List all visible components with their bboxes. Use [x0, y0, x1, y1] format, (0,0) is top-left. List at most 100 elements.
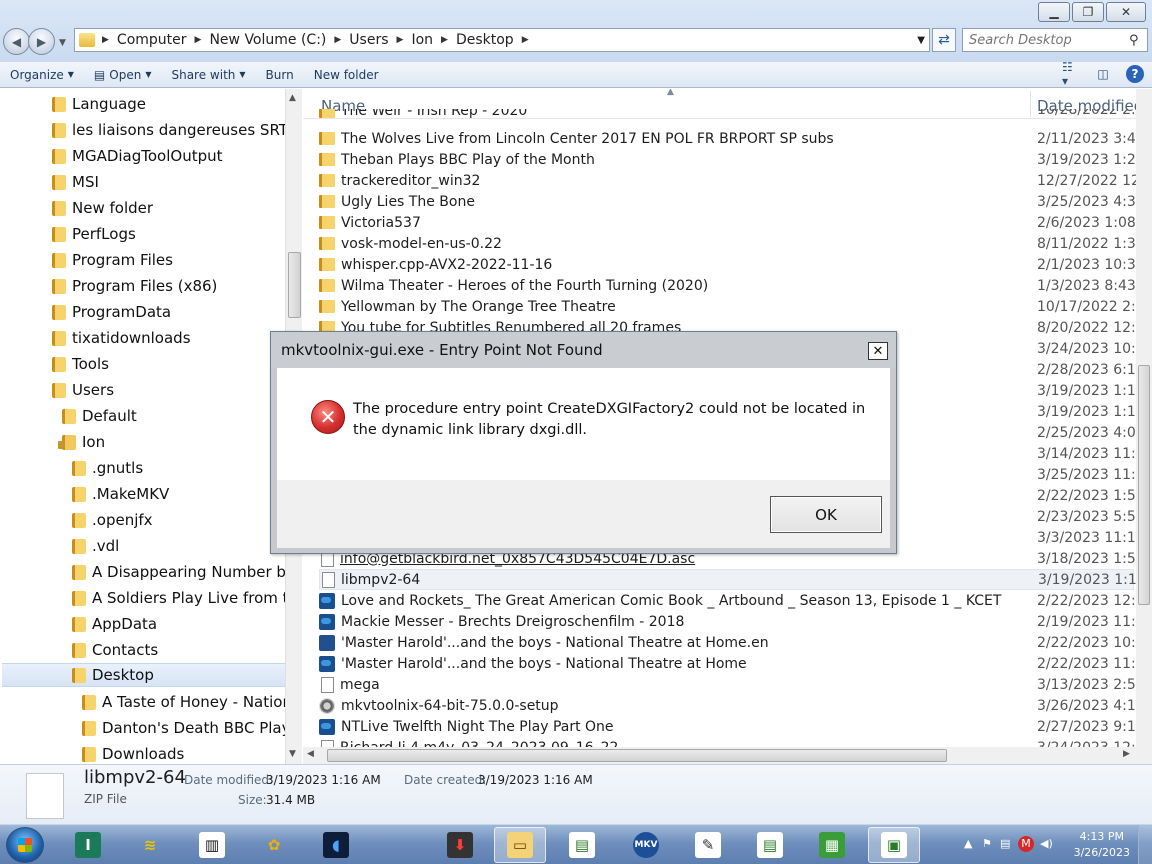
file-row[interactable]: Ugly Lies The Bone 3/25/2023 4:3: [319, 191, 1136, 212]
chevron-right-icon[interactable]: ▶: [331, 35, 344, 45]
scroll-right-arrow-icon[interactable]: ▶: [1123, 749, 1130, 759]
tree-item[interactable]: Users: [52, 378, 114, 402]
ok-button[interactable]: OK: [770, 496, 882, 533]
tray-expand-icon[interactable]: ▲: [964, 837, 972, 850]
start-button[interactable]: [6, 827, 44, 863]
file-row[interactable]: 'Master Harold'...and the boys - Nationa…: [319, 653, 1136, 674]
search-icon[interactable]: ⚲: [1129, 33, 1139, 48]
chevron-right-icon[interactable]: ▶: [192, 35, 205, 45]
forward-button[interactable]: ▶: [28, 28, 55, 55]
organize-menu[interactable]: Organize ▼: [0, 68, 84, 82]
taskbar-app[interactable]: I: [62, 827, 114, 863]
breadcrumb-volume[interactable]: New Volume (C:): [204, 32, 331, 48]
close-window-button[interactable]: ✕: [1106, 2, 1146, 22]
volume-icon[interactable]: ◀): [1040, 837, 1053, 850]
file-row[interactable]: trackereditor_win32 12/27/2022 12: [319, 170, 1137, 191]
open-button[interactable]: ▤ Open ▼: [84, 68, 162, 82]
taskbar-app[interactable]: ▤: [744, 827, 796, 863]
file-row[interactable]: NTLive Twelfth Night The Play Part One 2/…: [319, 716, 1136, 737]
dialog-close-button[interactable]: ✕: [868, 342, 888, 360]
view-options-icon[interactable]: ☷ ▾: [1062, 60, 1080, 88]
taskbar-app[interactable]: ◖: [310, 827, 362, 863]
tree-item[interactable]: Tools: [52, 352, 109, 376]
tree-item-desktop[interactable]: Desktop: [2, 663, 285, 687]
file-row[interactable]: The Wolves Live from Lincoln Center 2017…: [319, 128, 1136, 149]
chevron-right-icon[interactable]: ▶: [519, 35, 532, 45]
tree-item[interactable]: MGADiagToolOutput: [52, 144, 223, 168]
address-dropdown-icon[interactable]: ▼: [917, 35, 925, 46]
file-list-scrollbar[interactable]: [1136, 89, 1152, 764]
tree-item[interactable]: Language: [52, 92, 146, 116]
tree-item[interactable]: .openjfx: [72, 508, 153, 532]
new-folder-button[interactable]: New folder: [304, 68, 389, 82]
scroll-left-arrow-icon[interactable]: ◀: [307, 749, 314, 759]
tree-item[interactable]: A Taste of Honey - National: [82, 690, 301, 714]
burn-button[interactable]: Burn: [256, 68, 304, 82]
file-row[interactable]: Mackie Messer - Brechts Dreigroschenfilm…: [319, 611, 1136, 632]
file-row[interactable]: The Weir - Irish Rep - 2020 10/28/2022 2:: [319, 109, 1134, 123]
preview-pane-icon[interactable]: ◫: [1094, 65, 1112, 83]
breadcrumb-computer[interactable]: Computer: [112, 32, 192, 48]
search-input[interactable]: [969, 32, 1129, 48]
address-bar[interactable]: ▶ Computer ▶ New Volume (C:) ▶ Users ▶ I…: [74, 28, 930, 52]
minimize-button[interactable]: ▁: [1038, 2, 1070, 22]
tree-item[interactable]: Default: [62, 404, 137, 428]
chevron-right-icon[interactable]: ▶: [394, 35, 407, 45]
file-row[interactable]: Victoria537 2/6/2023 1:08: [319, 212, 1136, 233]
network-icon[interactable]: ▤: [1000, 837, 1010, 850]
file-row[interactable]: whisper.cpp-AVX2-2022-11-16 2/1/2023 10:3: [319, 254, 1136, 275]
breadcrumb-desktop[interactable]: Desktop: [451, 32, 519, 48]
help-icon[interactable]: ?: [1126, 65, 1144, 83]
tree-item[interactable]: tixatidownloads: [52, 326, 191, 350]
taskbar-mkvtoolnix[interactable]: MKV: [620, 827, 672, 863]
file-row[interactable]: 'Master Harold'...and the boys - Nationa…: [319, 632, 1136, 653]
tree-item[interactable]: les liaisons dangereuses SRT edi: [52, 118, 301, 142]
tree-item[interactable]: Ion: [58, 430, 105, 454]
file-row[interactable]: vosk-model-en-us-0.22 8/11/2022 1:3: [319, 233, 1136, 254]
recent-pages-dropdown[interactable]: ▼: [59, 38, 66, 55]
tree-item[interactable]: Downloads: [82, 742, 184, 764]
taskbar-app[interactable]: ⬇: [434, 827, 486, 863]
file-row[interactable]: Yellowman by The Orange Tree Theatre 10/1…: [319, 296, 1136, 317]
horizontal-scrollbar[interactable]: ◀ ▶: [303, 747, 1136, 764]
tree-item[interactable]: .MakeMKV: [72, 482, 169, 506]
taskbar-app[interactable]: ✎: [682, 827, 734, 863]
tree-item[interactable]: Danton's Death BBC Play of: [82, 716, 301, 740]
taskbar-app[interactable]: ≋: [124, 827, 176, 863]
file-row[interactable]: Wilma Theater - Heroes of the Fourth Tur…: [319, 275, 1136, 296]
tree-item[interactable]: .vdl: [72, 534, 119, 558]
scroll-down-arrow-icon[interactable]: ▼: [289, 749, 296, 759]
file-row[interactable]: mkvtoolnix-64-bit-75.0.0-setup 3/26/2023 …: [319, 695, 1136, 716]
scrollbar-thumb[interactable]: [327, 749, 947, 762]
flag-icon[interactable]: ⚑: [982, 837, 992, 850]
tree-item[interactable]: Program Files (x86): [52, 274, 217, 298]
chevron-right-icon[interactable]: ▶: [438, 35, 451, 45]
tree-item[interactable]: A Disappearing Number by S: [72, 560, 301, 584]
taskbar-error-dialog[interactable]: ▣: [868, 827, 920, 863]
show-desktop-button[interactable]: [1138, 825, 1152, 864]
search-box[interactable]: ⚲: [962, 28, 1148, 52]
file-row[interactable]: Love and Rockets_ The Great American Com…: [319, 590, 1136, 611]
tree-item[interactable]: AppData: [72, 612, 157, 636]
file-row[interactable]: mega 3/13/2023 2:5: [319, 674, 1136, 695]
taskbar-app[interactable]: ▦: [806, 827, 858, 863]
breadcrumb-ion[interactable]: Ion: [406, 32, 438, 48]
file-row-selected[interactable]: libmpv2-64 3/19/2023 1:1: [319, 569, 1137, 590]
taskbar-app[interactable]: ▥: [186, 827, 238, 863]
tree-item[interactable]: MSI: [52, 170, 99, 194]
clock[interactable]: 4:13 PM 3/26/2023: [1074, 829, 1130, 861]
taskbar-app[interactable]: ▤: [556, 827, 608, 863]
maximize-button[interactable]: ❐: [1072, 2, 1104, 22]
scroll-up-arrow-icon[interactable]: ▲: [289, 93, 296, 103]
share-with-menu[interactable]: Share with ▼: [161, 68, 255, 82]
tree-item[interactable]: New folder: [52, 196, 153, 220]
taskbar-explorer[interactable]: ▭: [494, 827, 546, 863]
tree-item[interactable]: Program Files: [52, 248, 173, 272]
tree-item[interactable]: Contacts: [72, 638, 158, 662]
tree-item[interactable]: ProgramData: [52, 300, 171, 324]
refresh-button[interactable]: ⇄: [932, 28, 956, 52]
mega-tray-icon[interactable]: M: [1018, 836, 1034, 852]
tree-item[interactable]: PerfLogs: [52, 222, 136, 246]
breadcrumb-users[interactable]: Users: [344, 32, 393, 48]
scrollbar-thumb[interactable]: [1138, 365, 1150, 605]
